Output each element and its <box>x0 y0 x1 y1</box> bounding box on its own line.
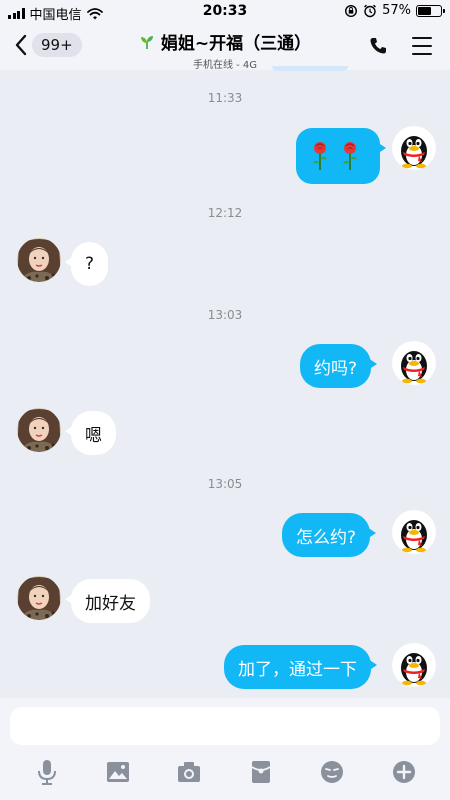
message-bubble-mine[interactable]: 加了，通过一下 <box>224 645 377 689</box>
rose-emoji-icon <box>343 142 357 170</box>
my-avatar[interactable] <box>392 510 436 554</box>
my-avatar[interactable] <box>392 643 436 687</box>
microphone-icon[interactable] <box>33 758 61 786</box>
plus-icon[interactable] <box>390 758 418 786</box>
message-bubble-mine[interactable]: 怎么约? <box>282 513 377 557</box>
image-icon[interactable] <box>104 758 132 786</box>
message-bubble-theirs[interactable]: 加好友 <box>65 579 150 623</box>
contact-avatar[interactable] <box>17 408 61 452</box>
timestamp: 11:33 <box>207 91 243 105</box>
my-avatar[interactable] <box>392 341 436 385</box>
timestamp: 12:12 <box>207 206 243 220</box>
chat-header: 99+ 娟姐~开福（三通） 手机在线 - 4G <box>0 24 450 71</box>
rotation-lock-icon <box>345 4 358 17</box>
camera-icon[interactable] <box>175 758 203 786</box>
chevron-left-icon <box>15 34 27 56</box>
contact-photo-icon <box>17 576 61 620</box>
message-bubble-mine[interactable] <box>296 128 386 184</box>
penguin-avatar-icon <box>392 510 436 554</box>
message-list[interactable]: 11:33 12:12 ? 13:03 约吗? 嗯 13:05 怎么约? 加好友… <box>0 70 450 698</box>
menu-icon[interactable] <box>412 37 432 55</box>
message-bubble-theirs[interactable]: 嗯 <box>65 411 116 455</box>
message-bubble-theirs[interactable]: ? <box>64 242 109 286</box>
message-bubble-mine[interactable]: 约吗? <box>300 344 378 388</box>
contact-name: 娟姐~开福（三通） <box>160 34 312 54</box>
my-avatar[interactable] <box>392 126 436 170</box>
penguin-avatar-icon <box>392 643 436 687</box>
timestamp: 13:03 <box>207 308 243 322</box>
title-block[interactable]: 娟姐~开福（三通） 手机在线 - 4G <box>100 29 350 71</box>
contact-avatar[interactable] <box>17 238 61 282</box>
contact-photo-icon <box>17 238 61 282</box>
penguin-avatar-icon <box>392 126 436 170</box>
battery-percent: 57% <box>382 3 411 18</box>
sprout-icon <box>140 35 153 49</box>
red-packet-icon[interactable] <box>247 758 275 786</box>
message-input[interactable] <box>10 707 440 745</box>
contact-photo-icon <box>17 408 61 452</box>
status-bar: 中国电信 20:33 57% <box>0 0 450 24</box>
penguin-avatar-icon <box>392 341 436 385</box>
contact-avatar[interactable] <box>17 576 61 620</box>
alarm-icon <box>364 4 377 17</box>
unread-badge: 99+ <box>32 33 82 57</box>
emoji-icon[interactable] <box>318 758 346 786</box>
timestamp: 13:05 <box>207 477 243 491</box>
rose-emoji-icon <box>313 142 327 170</box>
battery-icon <box>416 4 445 17</box>
input-panel <box>0 698 450 800</box>
phone-call-icon[interactable] <box>368 36 388 56</box>
back-button[interactable]: 99+ <box>14 33 82 57</box>
